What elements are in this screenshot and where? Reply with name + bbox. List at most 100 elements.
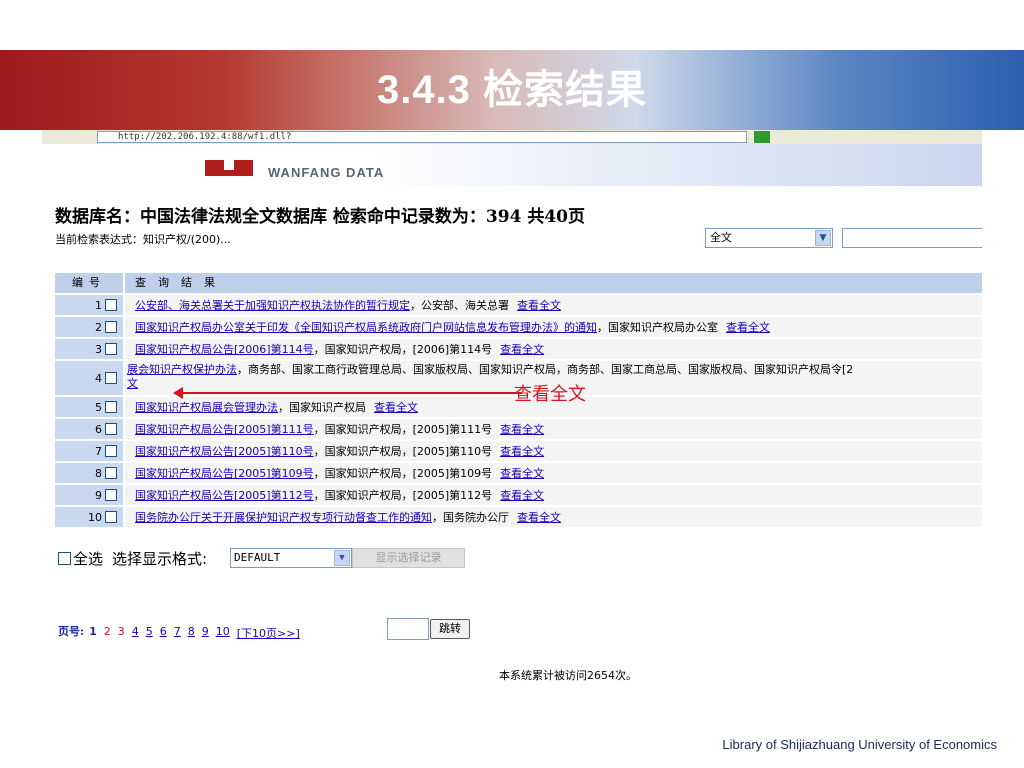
select-all-control: 全选 选择显示格式: <box>58 548 207 569</box>
format-label: 选择显示格式: <box>112 550 208 568</box>
table-row: 9 国家知识产权局公告[2005]第112号，国家知识产权局，[2005]第112… <box>55 483 982 505</box>
annotation-label: 查看全文 <box>514 384 586 405</box>
table-row: 1 公安部、海关总署关于加强知识产权执法协作的暂行规定，公安部、海关总署 查看全文 <box>55 293 982 315</box>
record-title-link[interactable]: 国家知识产权局公告[2005]第109号 <box>135 467 314 480</box>
slide-title: 3.4.3 检索结果 <box>376 68 648 112</box>
page-jump-input[interactable] <box>387 618 429 640</box>
row-number-cell: 6 <box>55 419 125 439</box>
row-content: 国家知识产权局办公室关于印发《全国知识产权局系统政府门户网站信息发布管理办法》的… <box>125 317 982 337</box>
record-title-link[interactable]: 展会知识产权保护办法 <box>127 363 237 376</box>
pager-page-link[interactable]: 9 <box>202 625 209 641</box>
view-fulltext-link[interactable]: 查看全文 <box>500 445 544 458</box>
row-number: 9 <box>95 488 102 502</box>
site-header: WANFANG DATA <box>42 144 982 186</box>
record-title-link[interactable]: 国家知识产权局公告[2005]第112号 <box>135 489 314 502</box>
row-number: 3 <box>95 342 102 356</box>
record-title-link[interactable]: 国务院办公厅关于开展保护知识产权专项行动督查工作的通知 <box>135 511 432 524</box>
row-checkbox[interactable] <box>105 299 117 311</box>
row-content: 国家知识产权局公告[2006]第114号，国家知识产权局，[2006]第114号… <box>125 339 982 359</box>
pager-page-link[interactable]: 5 <box>146 625 153 641</box>
record-title-link[interactable]: 公安部、海关总署关于加强知识产权执法协作的暂行规定 <box>135 299 410 312</box>
view-fulltext-link[interactable]: 查看全文 <box>500 489 544 502</box>
row-checkbox[interactable] <box>105 372 117 384</box>
record-meta: ，公安部、海关总署 <box>410 299 509 312</box>
select-all-checkbox[interactable] <box>58 552 71 565</box>
table-row: 7 国家知识产权局公告[2005]第110号，国家知识产权局，[2005]第110… <box>55 439 982 461</box>
chevron-down-icon[interactable]: ▼ <box>334 550 350 566</box>
show-selected-button[interactable]: 显示选择记录 <box>352 548 465 568</box>
row-content: 国家知识产权局公告[2005]第112号，国家知识产权局，[2005]第112号… <box>125 485 982 505</box>
pager-page-link[interactable]: 6 <box>160 625 167 641</box>
view-fulltext-link[interactable]: 查看全文 <box>517 511 561 524</box>
row-checkbox[interactable] <box>105 445 117 457</box>
row-content: 公安部、海关总署关于加强知识产权执法协作的暂行规定，公安部、海关总署 查看全文 <box>125 295 982 315</box>
record-meta: ，国家知识产权局办公室 <box>597 321 718 334</box>
view-fulltext-link[interactable]: 查看全文 <box>374 401 418 414</box>
record-title-link[interactable]: 国家知识产权局展会管理办法 <box>135 401 278 414</box>
header-number: 编号 <box>55 273 125 293</box>
row-checkbox[interactable] <box>105 511 117 523</box>
pager-page-link[interactable]: 8 <box>188 625 195 641</box>
chevron-down-icon[interactable]: ▼ <box>815 230 831 246</box>
row-checkbox[interactable] <box>105 467 117 479</box>
pager-page[interactable]: 2 <box>104 625 111 641</box>
row-number: 8 <box>95 466 102 480</box>
google-search-box[interactable] <box>872 131 932 143</box>
database-summary: 数据库名：中国法律法规全文数据库 检索命中记录数为：394 共40页 <box>55 207 585 227</box>
row-number-cell: 2 <box>55 317 125 337</box>
title-banner: 3.4.3 检索结果 <box>0 50 1024 130</box>
record-meta: ，国家知识产权局，[2005]第111号 <box>313 423 493 436</box>
view-fulltext-link[interactable]: 查看全文 <box>500 343 544 356</box>
format-select[interactable]: DEFAULT ▼ <box>230 548 352 568</box>
pager-label: 页号: <box>58 625 85 638</box>
slide-footer: Library of Shijiazhuang University of Ec… <box>722 737 997 752</box>
record-meta: ，国家知识产权局，[2005]第110号 <box>313 445 493 458</box>
visit-counter: 本系统累计被访问2654次。 <box>499 669 637 682</box>
wanfang-logo-text: WANFANG DATA <box>268 165 385 180</box>
record-title-link[interactable]: 国家知识产权局办公室关于印发《全国知识产权局系统政府门户网站信息发布管理办法》的… <box>135 321 597 334</box>
scope-select[interactable]: 全文 ▼ <box>705 228 833 248</box>
search-input[interactable] <box>842 228 982 248</box>
go-button[interactable] <box>754 131 770 143</box>
record-meta: ，国家知识产权局，[2006]第114号 <box>313 343 493 356</box>
row-number: 2 <box>95 320 102 334</box>
row-number-cell: 8 <box>55 463 125 483</box>
view-fulltext-link[interactable]: 查看全文 <box>726 321 770 334</box>
row-checkbox[interactable] <box>105 401 117 413</box>
row-number: 7 <box>95 444 102 458</box>
record-title-link[interactable]: 国家知识产权局公告[2006]第114号 <box>135 343 314 356</box>
row-content: 国家知识产权局公告[2005]第110号，国家知识产权局，[2005]第110号… <box>125 441 982 461</box>
page-jump-button[interactable]: 跳转 <box>430 619 470 639</box>
scope-select-value: 全文 <box>710 231 732 244</box>
pager-next-link[interactable]: [下10页>>] <box>237 625 300 641</box>
record-meta: ，商务部、国家工商行政管理总局、国家版权局、国家知识产权局，商务部、国家工商总局… <box>237 363 854 376</box>
pager-page-link[interactable]: 7 <box>174 625 181 641</box>
annotation-arrow-line <box>182 392 522 394</box>
record-title-link[interactable]: 国家知识产权局公告[2005]第111号 <box>135 423 314 436</box>
embedded-screenshot: http://202.206.192.4:88/wf1.dll? WANFANG… <box>42 130 982 700</box>
pager-page[interactable]: 3 <box>118 625 125 641</box>
pager-page-link[interactable]: 4 <box>132 625 139 641</box>
results-header: 编号 查询结果 <box>55 273 982 293</box>
view-fulltext-link[interactable]: 文 <box>127 377 138 390</box>
row-checkbox[interactable] <box>105 321 117 333</box>
view-fulltext-link[interactable]: 查看全文 <box>517 299 561 312</box>
table-row: 2 国家知识产权局办公室关于印发《全国知识产权局系统政府门户网站信息发布管理办法》… <box>55 315 982 337</box>
row-checkbox[interactable] <box>105 489 117 501</box>
pager-page-link[interactable]: 10 <box>216 625 230 641</box>
record-meta: ，国务院办公厅 <box>432 511 509 524</box>
view-fulltext-link[interactable]: 查看全文 <box>500 467 544 480</box>
record-meta: ，国家知识产权局，[2005]第112号 <box>313 489 493 502</box>
row-number: 1 <box>95 298 102 312</box>
browser-toolbar: http://202.206.192.4:88/wf1.dll? <box>42 130 982 144</box>
record-title-link[interactable]: 国家知识产权局公告[2005]第110号 <box>135 445 314 458</box>
pager-current: 1 <box>89 625 97 638</box>
table-row: 6 国家知识产权局公告[2005]第111号，国家知识产权局，[2005]第111… <box>55 417 982 439</box>
row-number-cell: 10 <box>55 507 125 527</box>
address-bar[interactable]: http://202.206.192.4:88/wf1.dll? <box>97 131 747 143</box>
header-result: 查询结果 <box>135 276 227 289</box>
row-checkbox[interactable] <box>105 343 117 355</box>
row-checkbox[interactable] <box>105 423 117 435</box>
row-number-cell: 4 <box>55 361 125 395</box>
view-fulltext-link[interactable]: 查看全文 <box>500 423 544 436</box>
